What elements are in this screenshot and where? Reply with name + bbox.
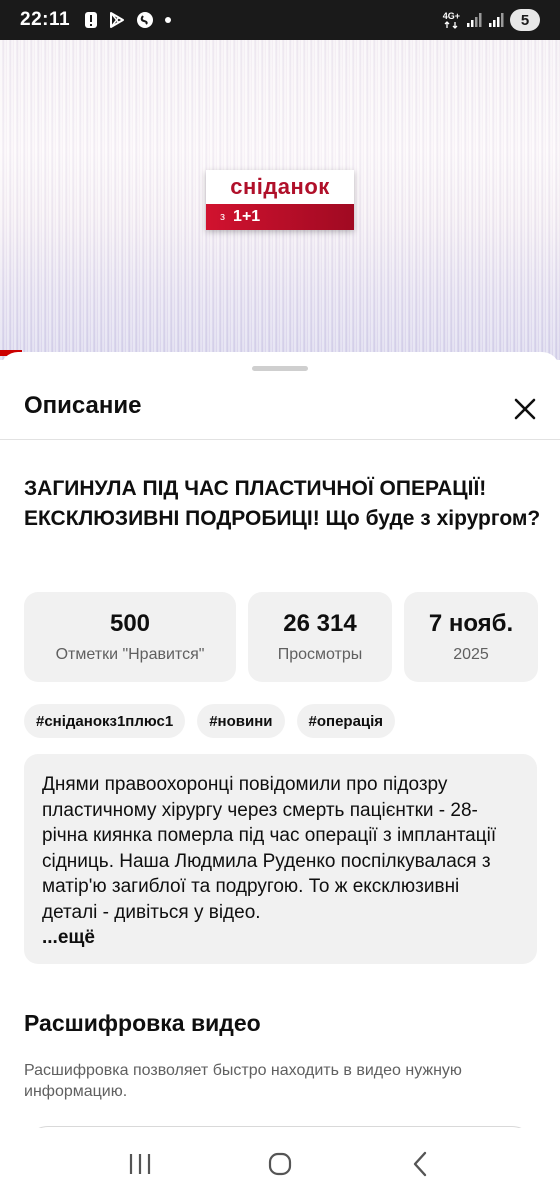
- system-status-icons: 4G+ 5: [443, 9, 540, 31]
- signal-icon: [466, 12, 482, 28]
- recent-apps-button[interactable]: [110, 1139, 170, 1189]
- transcript-description: Расшифровка позволяет быстро находить в …: [24, 1062, 462, 1100]
- views-stat: 26 314 Просмотры: [248, 592, 392, 682]
- stat-value: 500: [109, 610, 151, 637]
- description-sheet: Описание ЗАГИНУЛА ПІД ЧАС ПЛАСТИЧНОЇ ОПЕ…: [0, 352, 560, 1200]
- stats-row: 500 Отметки "Нравится" 26 314 Просмотры …: [24, 592, 538, 682]
- stat-value: 26 314: [283, 610, 357, 637]
- stat-value: 7 нояб.: [428, 610, 514, 637]
- likes-stat: 500 Отметки "Нравится": [24, 592, 236, 682]
- date-stat: 7 нояб. 2025: [404, 592, 538, 682]
- channel-logo: сніданок з 1+1: [206, 170, 354, 230]
- video-player[interactable]: сніданок з 1+1: [0, 40, 560, 360]
- hashtag-chip[interactable]: #операція: [296, 704, 396, 738]
- stat-label: Отметки "Нравится": [55, 646, 205, 663]
- sheet-header: Описание: [0, 382, 560, 440]
- logo-channel: 1+1: [233, 208, 261, 225]
- alert-icon: [84, 11, 98, 29]
- close-button[interactable]: [508, 392, 542, 426]
- signal-icon: [488, 12, 504, 28]
- status-bar: 22:11 4G+ 5: [0, 0, 560, 40]
- home-button[interactable]: [250, 1139, 310, 1189]
- description-box[interactable]: Днями правоохоронці повідомили про підоз…: [24, 754, 537, 964]
- network-4g-icon: 4G+: [443, 11, 460, 29]
- stat-label: Просмотры: [277, 646, 363, 663]
- back-icon: [413, 1151, 427, 1177]
- status-time: 22:11: [20, 9, 71, 30]
- video-title: ЗАГИНУЛА ПІД ЧАС ПЛАСТИЧНОЇ ОПЕРАЦІЇ! ЕК…: [24, 477, 541, 530]
- hashtag-chip[interactable]: #сніданокз1плюс1: [24, 704, 186, 738]
- sheet-title: Описание: [24, 392, 142, 419]
- recent-apps-icon: [129, 1154, 151, 1174]
- back-button[interactable]: [390, 1139, 450, 1189]
- transcript-title: Расшифровка видео: [24, 1010, 261, 1036]
- logo-subtitle: з 1+1: [206, 204, 354, 230]
- notification-icons: [84, 11, 172, 29]
- logo-title: сніданок: [206, 170, 354, 204]
- home-icon: [268, 1152, 292, 1176]
- shazam-icon: [136, 11, 154, 29]
- play-store-icon: [108, 11, 126, 29]
- drag-handle[interactable]: [252, 366, 308, 371]
- description-text: Днями правоохоронці повідомили про підоз…: [42, 774, 497, 923]
- show-more-link[interactable]: ...ещё: [42, 925, 519, 951]
- hashtags: #сніданокз1плюс1 #новини #операція: [24, 704, 396, 738]
- close-icon: [514, 398, 536, 420]
- system-nav-bar: [0, 1128, 560, 1200]
- hashtag-chip[interactable]: #новини: [197, 704, 285, 738]
- battery-icon: 5: [510, 9, 540, 31]
- stat-label: 2025: [453, 646, 489, 663]
- logo-z: з: [220, 211, 226, 223]
- dot-icon: [164, 16, 172, 24]
